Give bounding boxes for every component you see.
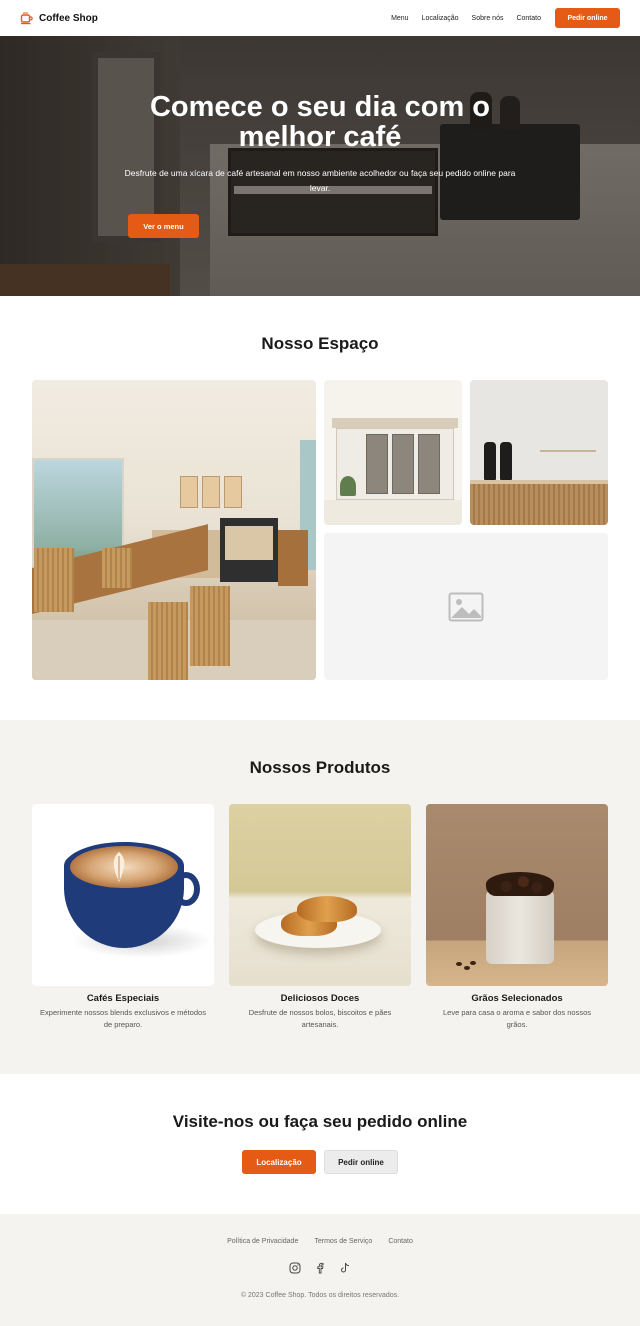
product-image-latte — [32, 804, 214, 986]
cta-title: Visite-nos ou faça seu pedido online — [172, 1112, 468, 1131]
cta-order-online-button[interactable]: Pedir online — [324, 1150, 398, 1174]
copyright: © 2023 Coffee Shop. Todos os direitos re… — [240, 1292, 400, 1299]
instagram-icon[interactable] — [289, 1262, 301, 1274]
gallery-image-storefront[interactable] — [324, 380, 462, 525]
nav-link-localizacao[interactable]: Localização — [422, 15, 459, 22]
main-nav: Menu Localização Sobre nós Contato Pedir… — [391, 8, 620, 28]
gallery-image-interior[interactable] — [32, 380, 316, 680]
product-description: Experimente nossos blends exclusivos e m… — [40, 1008, 206, 1029]
product-card-graos[interactable]: Grãos Selecionados Leve para casa o arom… — [426, 804, 608, 1031]
image-placeholder-icon — [448, 592, 484, 622]
product-card-cafes[interactable]: Cafés Especiais Experimente nossos blend… — [32, 804, 214, 1031]
footer-links: Política de Privacidade Termos de Serviç… — [0, 1238, 640, 1245]
site-header: Coffee Shop Menu Localização Sobre nós C… — [0, 0, 640, 36]
gallery-image-placeholder[interactable] — [324, 533, 608, 680]
brand-name: Coffee Shop — [39, 12, 98, 24]
space-section-title: Nosso Espaço — [261, 334, 379, 353]
nav-link-sobre-nos[interactable]: Sobre nós — [472, 15, 504, 22]
product-card-doces[interactable]: Deliciosos Doces Desfrute de nossos bolo… — [229, 804, 411, 1031]
product-name: Grãos Selecionados — [471, 993, 563, 1004]
location-button[interactable]: Localização — [242, 1150, 316, 1174]
footer-link-terms[interactable]: Termos de Serviço — [314, 1238, 372, 1245]
product-description: Desfrute de nossos bolos, biscoitos e pã… — [248, 1008, 392, 1029]
footer-link-privacy[interactable]: Política de Privacidade — [227, 1238, 298, 1245]
brand[interactable]: Coffee Shop — [20, 12, 98, 25]
social-icons — [0, 1262, 640, 1274]
coffee-cup-icon — [20, 12, 33, 25]
facebook-icon[interactable] — [314, 1262, 326, 1274]
product-image-croissants — [229, 804, 411, 986]
footer-link-contact[interactable]: Contato — [388, 1238, 413, 1245]
product-image-coffee-beans — [426, 804, 608, 986]
products-section-title: Nossos Produtos — [249, 758, 391, 777]
product-name: Cafés Especiais — [86, 993, 160, 1004]
tiktok-icon[interactable] — [339, 1262, 351, 1274]
product-name: Deliciosos Doces — [280, 993, 360, 1004]
gallery-image-coffee-bar[interactable] — [470, 380, 608, 525]
hero-title: Comece o seu dia com o melhor café — [149, 91, 491, 153]
order-online-button[interactable]: Pedir online — [555, 8, 620, 28]
view-menu-button[interactable]: Ver o menu — [128, 214, 199, 238]
site-footer: Política de Privacidade Termos de Serviç… — [0, 1214, 640, 1326]
nav-link-menu[interactable]: Menu — [391, 15, 409, 22]
hero: Comece o seu dia com o melhor café Desfr… — [0, 36, 640, 296]
nav-link-contato[interactable]: Contato — [516, 15, 541, 22]
hero-subtitle: Desfrute de uma xícara de café artesanal… — [124, 168, 516, 193]
product-description: Leve para casa o aroma e sabor dos nosso… — [442, 1008, 591, 1029]
